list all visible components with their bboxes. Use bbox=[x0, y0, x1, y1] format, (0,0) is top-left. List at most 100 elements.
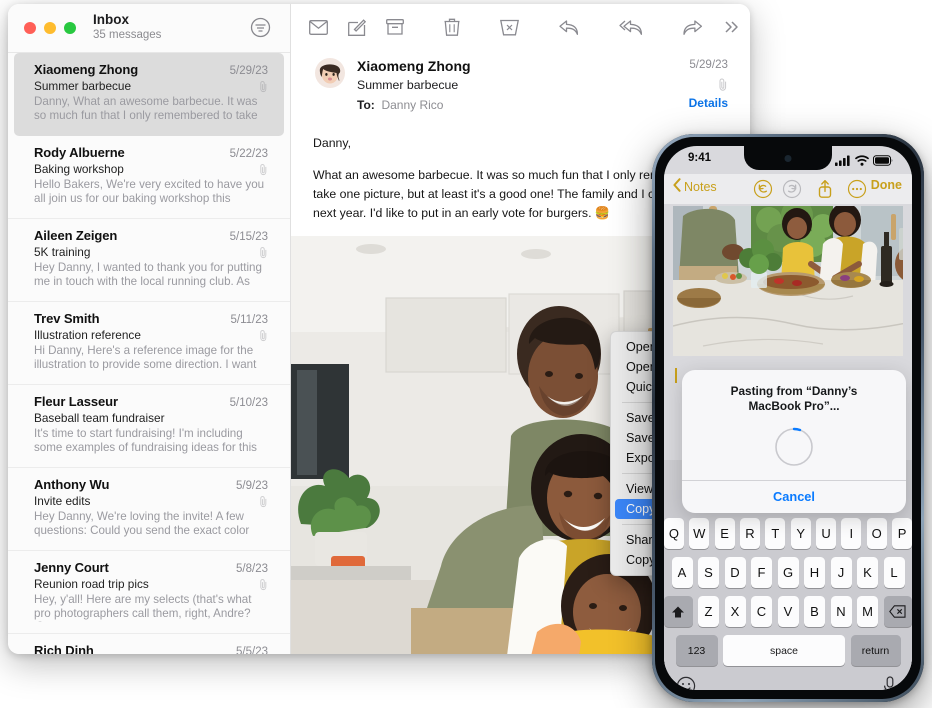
key-b[interactable]: B bbox=[804, 596, 825, 627]
forward-icon[interactable] bbox=[683, 12, 703, 42]
key-o[interactable]: O bbox=[866, 518, 887, 549]
key-c[interactable]: C bbox=[751, 596, 772, 627]
key-e[interactable]: E bbox=[714, 518, 735, 549]
list-item-sender: Rich Dinh bbox=[34, 643, 94, 654]
key-s[interactable]: S bbox=[698, 557, 719, 588]
key-g[interactable]: G bbox=[777, 557, 799, 588]
list-item-sender: Xiaomeng Zhong bbox=[34, 62, 139, 77]
get-mail-icon[interactable] bbox=[309, 12, 328, 42]
message-list-item[interactable]: Rody Albuerne 5/22/23 Baking workshop Hello… bbox=[8, 136, 290, 219]
list-item-preview: Hi Danny, Here's a reference image for t… bbox=[34, 344, 257, 373]
key-k[interactable]: K bbox=[857, 557, 878, 588]
key-n[interactable]: N bbox=[830, 596, 852, 627]
window-maximize-button[interactable] bbox=[64, 22, 76, 34]
mail-toolbar bbox=[291, 4, 750, 50]
list-item-preview: Danny, What an awesome barbecue. It was … bbox=[34, 95, 258, 124]
key-z[interactable]: Z bbox=[698, 596, 719, 627]
phone-band: 9:41 Notes Done Pasting from “Danny’s Ma… bbox=[652, 134, 924, 702]
keyboard-row-3[interactable]: ZXCVBNM bbox=[664, 596, 912, 627]
key-r[interactable]: R bbox=[740, 518, 760, 549]
key-h[interactable]: H bbox=[804, 557, 825, 588]
delete-icon[interactable] bbox=[444, 12, 460, 42]
key-t[interactable]: T bbox=[765, 518, 786, 549]
key-m[interactable]: M bbox=[857, 596, 878, 627]
message-subject: Summer barbecue bbox=[357, 78, 459, 92]
back-label: Notes bbox=[684, 179, 717, 194]
key-u[interactable]: U bbox=[816, 518, 836, 549]
list-item-date: 5/8/23 bbox=[236, 563, 268, 575]
window-close-button[interactable] bbox=[24, 22, 36, 34]
key-y[interactable]: Y bbox=[790, 518, 811, 549]
done-button[interactable]: Done bbox=[871, 178, 902, 192]
iphone-device: 9:41 Notes Done Pasting from “Danny’s Ma… bbox=[652, 134, 924, 702]
list-item-date: 5/9/23 bbox=[236, 480, 268, 492]
progress-spinner bbox=[773, 426, 815, 468]
microphone-icon[interactable] bbox=[882, 676, 898, 690]
more-icon[interactable] bbox=[723, 12, 741, 42]
keyboard-row-2[interactable]: ASDFGHJKL bbox=[664, 557, 912, 588]
emoji-icon[interactable] bbox=[676, 676, 696, 690]
message-header: Xiaomeng Zhong Summer barbecue To: Danny… bbox=[291, 50, 750, 132]
archive-icon[interactable] bbox=[386, 12, 404, 42]
keyboard-row-4[interactable]: 123 space return bbox=[664, 635, 912, 666]
list-item-subject: Summer barbecue bbox=[34, 79, 132, 93]
key-x[interactable]: X bbox=[724, 596, 746, 627]
junk-icon[interactable] bbox=[500, 12, 519, 42]
return-key[interactable]: return bbox=[850, 635, 901, 666]
list-item-sender: Jenny Court bbox=[34, 560, 109, 575]
message-list-item[interactable]: Anthony Wu 5/9/23 Invite edits Hey Danny, W… bbox=[8, 468, 290, 551]
list-item-sender: Anthony Wu bbox=[34, 477, 110, 492]
undo-icon[interactable] bbox=[753, 179, 773, 199]
phone-bezel: 9:41 Notes Done Pasting from “Danny’s Ma… bbox=[655, 137, 921, 699]
keyboard-row-3-letters[interactable]: ZXCVBNM bbox=[698, 596, 878, 627]
space-key[interactable]: space bbox=[723, 635, 845, 666]
to-label: To: bbox=[357, 98, 375, 112]
note-photo[interactable] bbox=[673, 206, 903, 356]
list-item-top: Aileen Zeigen 5/15/23 bbox=[34, 228, 268, 243]
window-minimize-button[interactable] bbox=[44, 22, 56, 34]
list-item-subject: Baking workshop bbox=[34, 162, 124, 176]
details-link[interactable]: Details bbox=[689, 96, 728, 110]
message-list[interactable]: Xiaomeng Zhong 5/29/23 Summer barbecue Dann… bbox=[8, 53, 290, 654]
key-a[interactable]: A bbox=[671, 557, 693, 588]
cancel-button[interactable]: Cancel bbox=[682, 481, 906, 513]
key-i[interactable]: I bbox=[841, 518, 862, 549]
shift-key[interactable] bbox=[664, 596, 693, 627]
message-list-item[interactable]: Jenny Court 5/8/23 Reunion road trip pics H… bbox=[8, 551, 290, 634]
message-list-item[interactable]: Trev Smith 5/11/23 Illustration reference H… bbox=[8, 302, 290, 385]
compose-icon[interactable] bbox=[348, 12, 366, 42]
message-list-item[interactable]: Aileen Zeigen 5/15/23 5K training Hey Danny… bbox=[8, 219, 290, 302]
reply-icon[interactable] bbox=[559, 12, 579, 42]
list-item-top: Rody Albuerne 5/22/23 bbox=[34, 145, 268, 160]
paperclip-icon bbox=[260, 495, 267, 507]
back-to-notes-button[interactable]: Notes bbox=[673, 178, 717, 195]
key-q[interactable]: Q bbox=[664, 518, 684, 549]
key-v[interactable]: V bbox=[777, 596, 799, 627]
paste-dialog-message: Pasting from “Danny’s MacBook Pro”... bbox=[730, 384, 858, 413]
key-f[interactable]: F bbox=[751, 557, 772, 588]
list-item-subject: 5K training bbox=[34, 245, 91, 259]
list-item-sender: Rody Albuerne bbox=[34, 145, 125, 160]
numbers-key[interactable]: 123 bbox=[675, 635, 718, 666]
list-item-date: 5/15/23 bbox=[229, 231, 268, 243]
more-circle-icon[interactable] bbox=[847, 179, 867, 199]
message-count: 35 messages bbox=[93, 29, 162, 41]
filter-icon[interactable] bbox=[249, 16, 272, 39]
message-list-item[interactable]: Xiaomeng Zhong 5/29/23 Summer barbecue Dann… bbox=[14, 53, 284, 136]
list-item-subject-row: Baking workshop bbox=[34, 162, 268, 176]
message-list-item[interactable]: Fleur Lasseur 5/10/23 Baseball team fundra… bbox=[8, 385, 290, 468]
key-d[interactable]: D bbox=[724, 557, 746, 588]
keyboard[interactable]: ITheI'm QWERTYUIOP ASDFGHJKL ZXCVBNM bbox=[664, 490, 912, 690]
keyboard-bottom-bar bbox=[664, 674, 912, 690]
list-item-sender: Aileen Zeigen bbox=[34, 228, 118, 243]
backspace-key[interactable] bbox=[883, 596, 912, 627]
list-item-preview: Hey Danny, We're loving the invite! A fe… bbox=[34, 510, 250, 539]
message-list-item[interactable]: Rich Dinh5/5/23Trip to Zion National Par… bbox=[8, 634, 290, 654]
reply-all-icon[interactable] bbox=[619, 12, 643, 42]
key-w[interactable]: W bbox=[689, 518, 710, 549]
key-l[interactable]: L bbox=[883, 557, 905, 588]
key-j[interactable]: J bbox=[830, 557, 852, 588]
keyboard-row-1[interactable]: QWERTYUIOP bbox=[664, 518, 912, 549]
key-p[interactable]: P bbox=[892, 518, 912, 549]
share-icon[interactable] bbox=[815, 179, 835, 199]
